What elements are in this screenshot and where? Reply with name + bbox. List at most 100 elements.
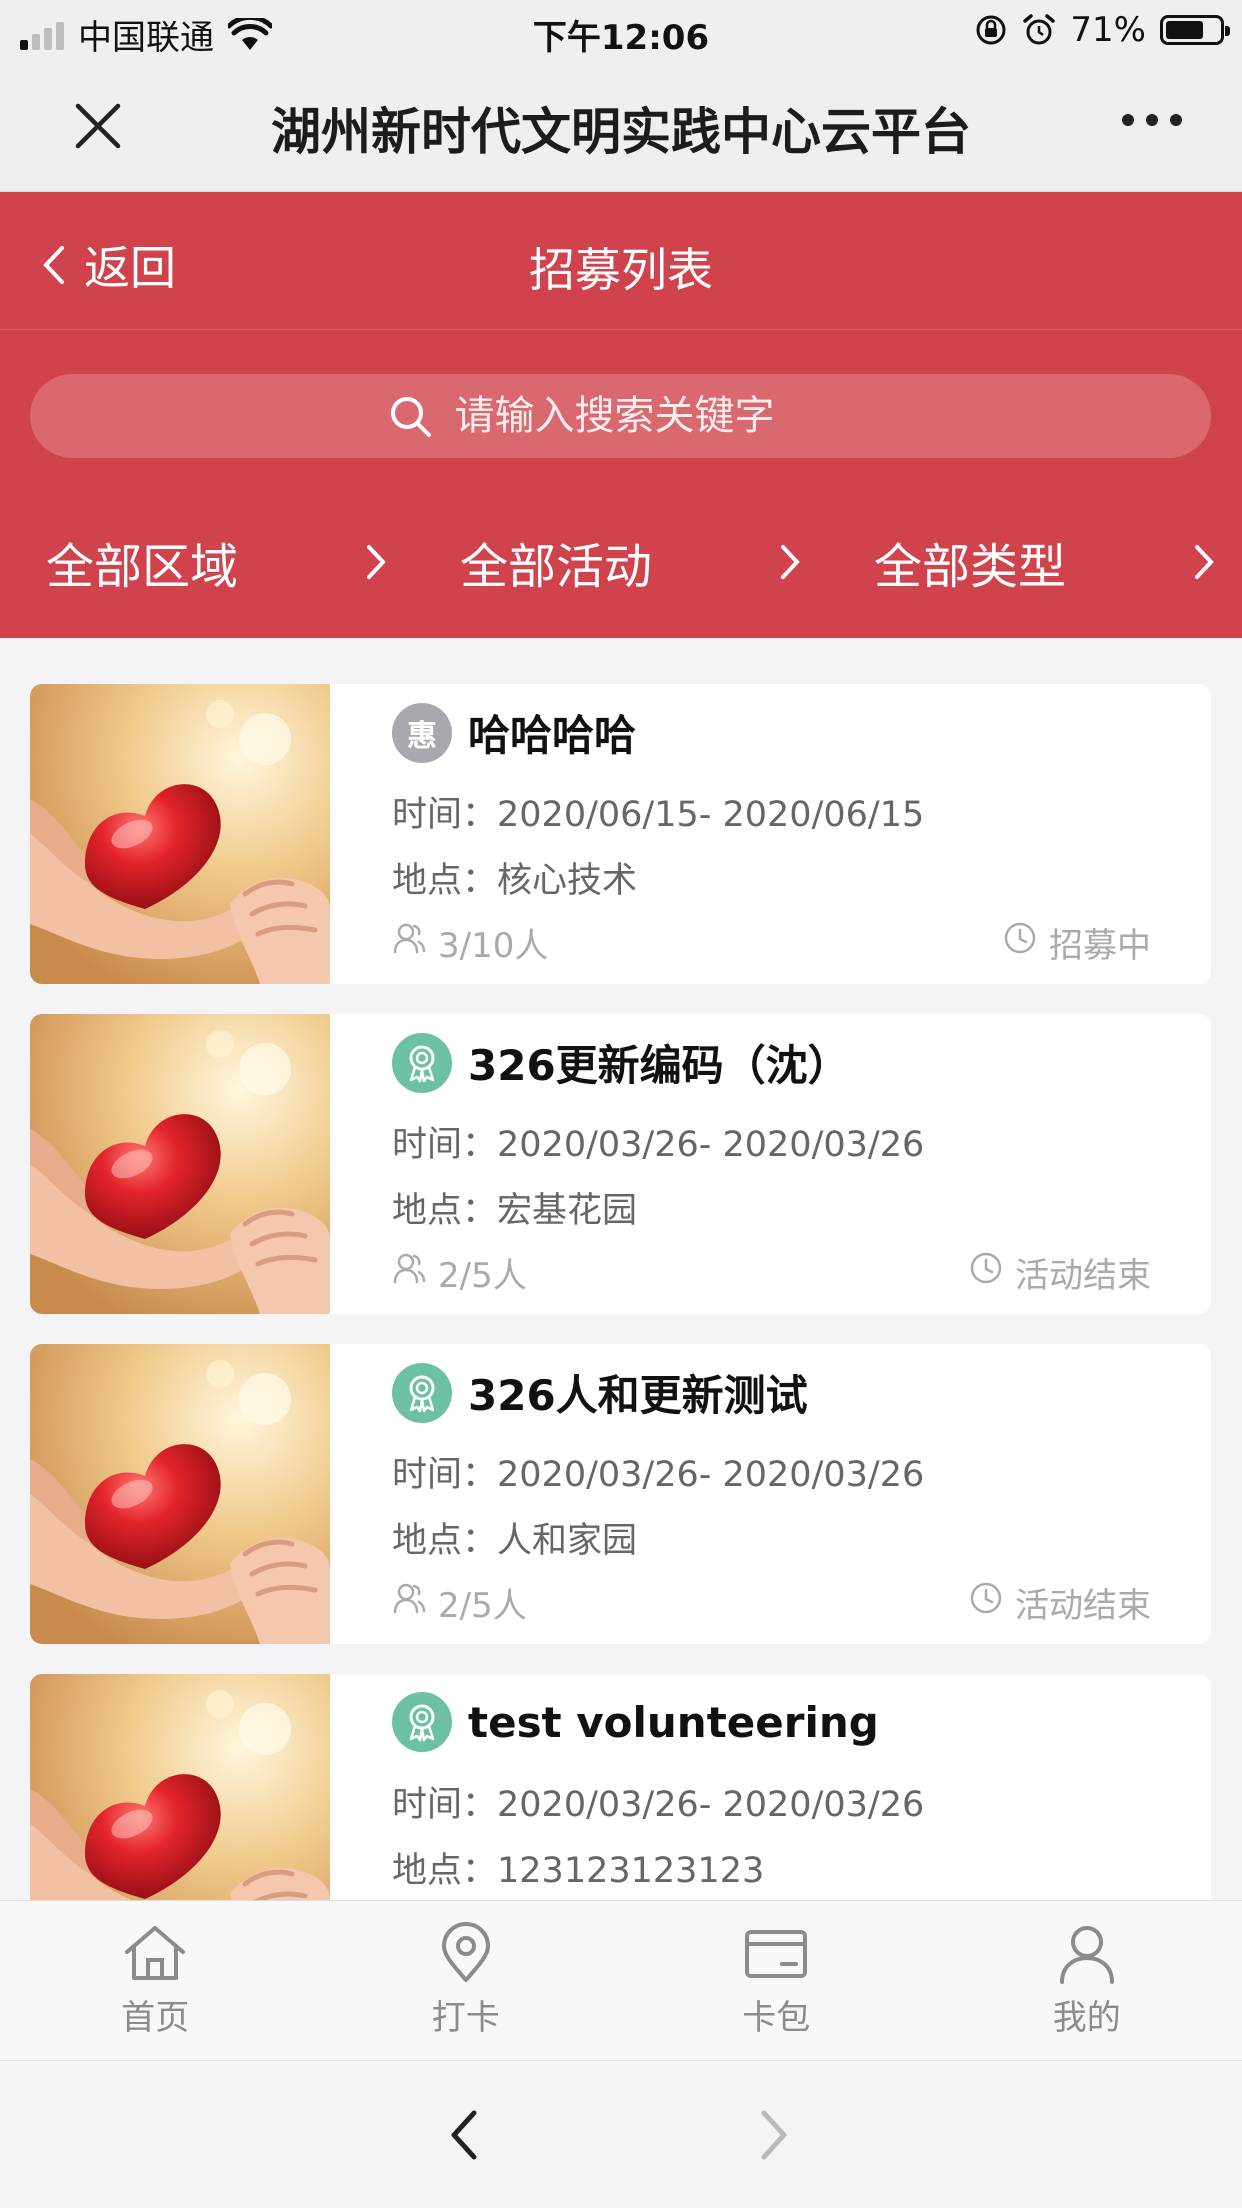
chevron-left-icon — [451, 2110, 477, 2160]
time-label: 时间： — [392, 1125, 498, 1165]
tab-home[interactable]: 首页 — [0, 1901, 311, 2060]
card-title: 惠 哈哈哈哈 — [392, 702, 636, 763]
filter-type[interactable]: 全部类型 — [828, 522, 1242, 602]
close-icon — [75, 103, 121, 149]
wallet-icon — [745, 1930, 808, 1978]
item-count: 2/5人 — [438, 1586, 527, 1626]
nav-row: 返回 招募列表 — [0, 192, 1242, 330]
item-time: 时间：2020/03/26- 2020/03/26 — [392, 1116, 924, 1167]
home-icon — [125, 1926, 186, 1980]
place-label: 地点： — [392, 1521, 498, 1561]
page: 中国联通 下午12:06 71% 湖州新时代文明实践中心云平台 返回 招募列表 … — [0, 0, 1242, 2208]
filter-activity[interactable]: 全部活动 — [414, 522, 828, 602]
card-title: 326人和更新测试 — [392, 1362, 808, 1423]
browser-back-button[interactable] — [440, 2105, 490, 2169]
list-item[interactable]: test volunteering 时间：2020/03/26- 2020/03… — [30, 1674, 1211, 1900]
place-label: 地点： — [392, 1851, 498, 1891]
card-title: 326更新编码（沈） — [392, 1032, 850, 1093]
people-icon — [392, 1251, 426, 1294]
card-body: 326更新编码（沈） 时间：2020/03/26- 2020/03/26 地点：… — [392, 1014, 1151, 1314]
item-time: 时间：2020/03/26- 2020/03/26 — [392, 1446, 924, 1497]
filter-label: 全部活动 — [460, 539, 653, 595]
benefit-badge-icon: 惠 — [392, 702, 452, 763]
battery-icon — [1160, 15, 1230, 45]
tab-mine[interactable]: 我的 — [932, 1901, 1242, 2060]
list-item[interactable]: 惠 哈哈哈哈 时间：2020/06/15- 2020/06/15 地点：核心技术… — [30, 684, 1211, 984]
item-count: 3/10人 — [438, 926, 549, 966]
item-status: 招募中 — [1049, 926, 1151, 966]
item-place: 地点：宏基花园 — [392, 1182, 637, 1233]
item-meta: 2/5人 活动结束 — [392, 1578, 1151, 1627]
item-time: 时间：2020/03/26- 2020/03/26 — [392, 1776, 924, 1827]
place-label: 地点： — [392, 861, 498, 901]
heart-hands-image — [30, 1674, 330, 1900]
filter-label: 全部区域 — [46, 539, 239, 595]
place-value: 宏基花园 — [497, 1191, 638, 1231]
webview-title: 湖州新时代文明实践中心云平台 — [271, 103, 971, 161]
browser-nav-bar — [0, 2060, 1242, 2208]
time-value: 2020/03/26- 2020/03/26 — [497, 1455, 925, 1495]
tab-wallet[interactable]: 卡包 — [621, 1901, 932, 2060]
tab-label: 打卡 — [431, 1998, 500, 2038]
place-label: 地点： — [392, 1191, 498, 1231]
award-badge-icon — [392, 1032, 452, 1093]
bottom-tab-bar: 首页 打卡 卡包 我的 — [0, 1900, 1242, 2060]
item-place: 地点：人和家园 — [392, 1512, 637, 1563]
item-title: 326更新编码（沈） — [468, 1041, 850, 1090]
filter-bar: 全部区域 全部活动 全部类型 — [0, 522, 1242, 602]
item-count: 2/5人 — [438, 1256, 527, 1296]
list-item[interactable]: 326人和更新测试 时间：2020/03/26- 2020/03/26 地点：人… — [30, 1344, 1211, 1644]
filter-label: 全部类型 — [874, 539, 1067, 595]
time-value: 2020/03/26- 2020/03/26 — [497, 1785, 925, 1825]
item-meta: 2/5人 活动结束 — [392, 1248, 1151, 1297]
tab-label: 首页 — [121, 1998, 190, 2038]
chevron-right-icon — [761, 2110, 787, 2160]
filter-region[interactable]: 全部区域 — [0, 522, 414, 602]
tab-checkin[interactable]: 打卡 — [311, 1901, 622, 2060]
item-meta: 3/10人 招募中 — [392, 918, 1151, 967]
clock-icon — [1003, 921, 1037, 964]
award-badge-icon — [392, 1362, 452, 1423]
card-title: test volunteering — [392, 1692, 879, 1752]
rotation-lock-icon — [976, 15, 1006, 45]
time-label: 时间： — [392, 1785, 498, 1825]
list-item[interactable]: 326更新编码（沈） 时间：2020/03/26- 2020/03/26 地点：… — [30, 1014, 1211, 1314]
item-place: 地点：核心技术 — [392, 852, 637, 903]
time-value: 2020/06/15- 2020/06/15 — [497, 795, 925, 835]
heart-hands-illustration — [30, 684, 330, 984]
alarm-icon — [1023, 14, 1056, 45]
heart-hands-illustration — [30, 1344, 330, 1644]
item-place: 地点：123123123123 — [392, 1842, 764, 1893]
card-body: 惠 哈哈哈哈 时间：2020/06/15- 2020/06/15 地点：核心技术… — [392, 684, 1151, 984]
time-label: 时间： — [392, 795, 498, 835]
status-bar: 中国联通 下午12:06 71% — [0, 0, 1242, 62]
card-body: 326人和更新测试 时间：2020/03/26- 2020/03/26 地点：人… — [392, 1344, 1151, 1644]
place-value: 人和家园 — [497, 1521, 638, 1561]
battery-level — [1166, 21, 1203, 39]
award-badge-icon — [392, 1692, 452, 1752]
people-icon — [392, 1581, 426, 1624]
chevron-right-icon — [781, 545, 800, 579]
browser-forward-button[interactable] — [748, 2105, 798, 2169]
clock-icon — [969, 1251, 1003, 1294]
tab-label: 卡包 — [742, 1998, 811, 2038]
item-time: 时间：2020/06/15- 2020/06/15 — [392, 786, 924, 837]
time-value: 2020/03/26- 2020/03/26 — [497, 1125, 925, 1165]
page-title: 招募列表 — [529, 243, 713, 297]
search-icon — [390, 397, 431, 437]
status-right: 71% — [974, 10, 1230, 50]
people-icon — [392, 921, 426, 964]
item-status: 活动结束 — [1015, 1256, 1151, 1296]
more-button[interactable] — [1122, 114, 1182, 126]
search-bar[interactable] — [30, 374, 1211, 458]
clock-icon — [969, 1581, 1003, 1624]
search-input[interactable] — [454, 393, 855, 439]
place-value: 核心技术 — [497, 861, 638, 901]
item-title: 哈哈哈哈 — [468, 711, 637, 760]
item-title: test volunteering — [468, 1697, 879, 1747]
item-status: 活动结束 — [1015, 1586, 1151, 1626]
recruit-list: 惠 哈哈哈哈 时间：2020/06/15- 2020/06/15 地点：核心技术… — [30, 684, 1211, 1900]
user-icon — [1059, 1926, 1114, 1984]
item-title: 326人和更新测试 — [468, 1371, 808, 1420]
close-button[interactable] — [70, 98, 126, 154]
